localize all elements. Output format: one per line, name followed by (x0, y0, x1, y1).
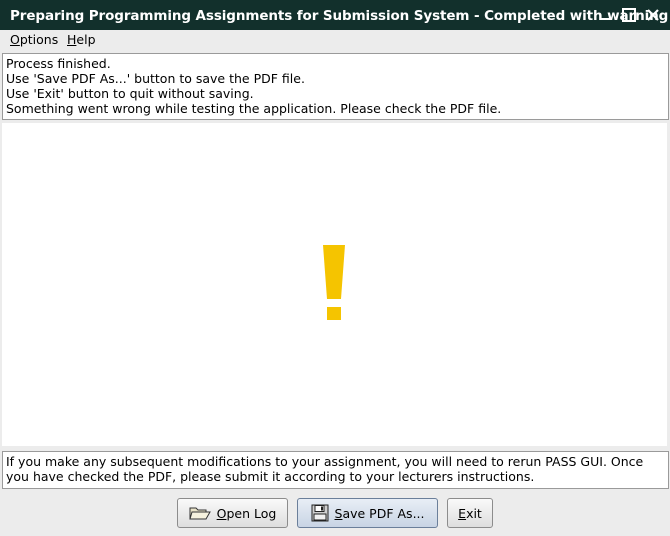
menu-bar: Options Help (0, 30, 670, 50)
folder-open-icon (188, 507, 211, 520)
title-bar[interactable]: Preparing Programming Assignments for Su… (0, 0, 670, 30)
status-text-area[interactable]: Process finished. Use 'Save PDF As...' b… (2, 53, 669, 120)
menu-help[interactable]: Help (67, 32, 96, 47)
status-panel (2, 123, 667, 446)
status-line: Use 'Save PDF As...' button to save the … (6, 71, 305, 86)
open-log-button[interactable]: Open Log (177, 498, 288, 528)
open-log-mnemonic: O (216, 505, 227, 521)
menu-options-label: ptions (19, 32, 59, 47)
status-line: Something went wrong while testing the a… (6, 101, 502, 116)
window-title: Preparing Programming Assignments for Su… (10, 8, 669, 24)
status-line: Process finished. (6, 56, 111, 71)
menu-options[interactable]: Options (10, 32, 58, 47)
window-controls (594, 4, 664, 26)
maximize-button[interactable] (618, 4, 640, 26)
menu-help-label: elp (76, 32, 96, 47)
close-icon (647, 9, 659, 21)
close-button[interactable] (642, 4, 664, 26)
warning-exclamation-icon (323, 245, 345, 320)
exit-button[interactable]: Exit (447, 498, 493, 528)
open-log-label: pen Log (226, 505, 277, 521)
exit-mnemonic: E (458, 505, 467, 521)
status-line: Use 'Exit' button to quit without saving… (6, 86, 254, 101)
minimize-button[interactable] (594, 4, 616, 26)
minimize-icon (600, 18, 610, 20)
menu-help-mnemonic: H (67, 32, 77, 47)
save-pdf-label: ave PDF As... (342, 505, 425, 521)
floppy-disk-icon (311, 504, 329, 522)
notice-text: If you make any subsequent modifications… (6, 454, 644, 484)
notice-text-area[interactable]: If you make any subsequent modifications… (2, 451, 669, 489)
maximize-icon (622, 8, 636, 22)
exit-label: xit (466, 505, 482, 521)
menu-options-mnemonic: O (10, 32, 20, 47)
save-pdf-button[interactable]: Save PDF As... (297, 498, 438, 528)
